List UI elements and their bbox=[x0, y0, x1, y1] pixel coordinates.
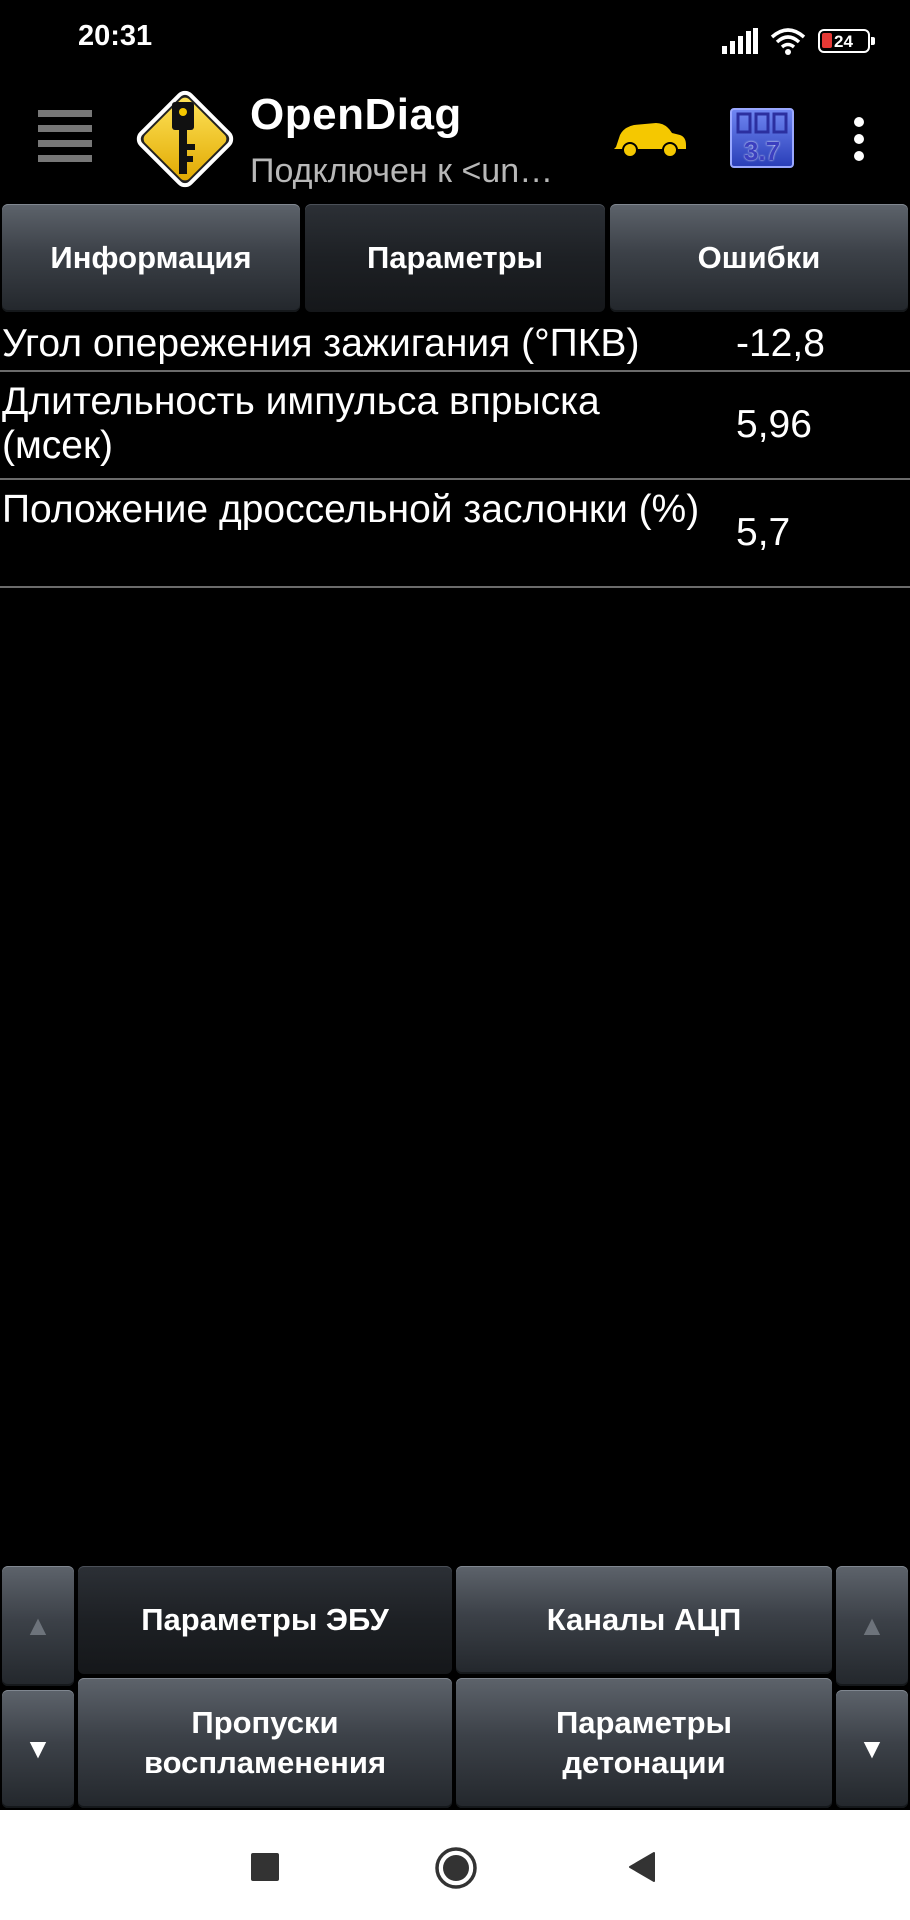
ecu-icon[interactable]: 3.7 bbox=[730, 108, 794, 168]
status-bar: 20:31 24 bbox=[0, 0, 910, 80]
back-icon[interactable] bbox=[626, 1851, 656, 1883]
ecu-parameters-button[interactable]: Параметры ЭБУ bbox=[78, 1566, 452, 1674]
misfire-button[interactable]: Пропуски воспламенения bbox=[78, 1678, 452, 1808]
parameter-label: Положение дроссельной заслонки (%) bbox=[2, 488, 700, 531]
battery-level: 24 bbox=[834, 31, 853, 51]
parameter-value: 5,7 bbox=[736, 511, 791, 554]
wifi-icon bbox=[770, 28, 806, 55]
parameter-row[interactable]: Положение дроссельной заслонки (%) 5,7 bbox=[0, 480, 910, 588]
scroll-down-right-button[interactable]: ▼ bbox=[836, 1690, 908, 1808]
scroll-up-button[interactable]: ▲ bbox=[2, 1566, 74, 1686]
battery-icon: 24 bbox=[818, 29, 875, 53]
overflow-menu-icon[interactable] bbox=[850, 116, 868, 162]
menu-icon[interactable] bbox=[38, 108, 96, 166]
adc-channels-button[interactable]: Каналы АЦП bbox=[456, 1566, 832, 1674]
signal-icon bbox=[722, 28, 758, 54]
app-logo-key-icon bbox=[136, 90, 234, 188]
system-nav-bar bbox=[0, 1810, 910, 1920]
parameter-value: 5,96 bbox=[736, 403, 812, 446]
car-icon[interactable] bbox=[610, 115, 688, 161]
scroll-down-button[interactable]: ▼ bbox=[2, 1690, 74, 1808]
parameter-label: Длительность импульса впрыска (мсек) bbox=[2, 380, 600, 467]
parameter-row[interactable]: Длительность импульса впрыска (мсек) 5,9… bbox=[0, 372, 910, 480]
app-title: OpenDiag bbox=[250, 90, 462, 139]
scroll-up-right-button[interactable]: ▲ bbox=[836, 1566, 908, 1686]
status-time: 20:31 bbox=[78, 20, 153, 52]
tab-parameters[interactable]: Параметры bbox=[305, 204, 605, 312]
parameter-row[interactable]: Угол опережения зажигания (°ПКВ) -12,8 bbox=[0, 318, 910, 372]
connection-status: Подключен к <un… bbox=[250, 152, 554, 190]
status-icons: 24 bbox=[722, 24, 875, 58]
tab-errors[interactable]: Ошибки bbox=[610, 204, 908, 312]
ecu-icon-label: 3.7 bbox=[743, 136, 781, 166]
tab-information[interactable]: Информация bbox=[2, 204, 300, 312]
knock-parameters-button[interactable]: Параметры детонации bbox=[456, 1678, 832, 1808]
recent-apps-icon[interactable] bbox=[250, 1852, 280, 1882]
parameter-label: Угол опережения зажигания (°ПКВ) bbox=[2, 322, 640, 365]
parameter-value: -12,8 bbox=[736, 322, 825, 365]
home-icon[interactable] bbox=[434, 1846, 478, 1890]
